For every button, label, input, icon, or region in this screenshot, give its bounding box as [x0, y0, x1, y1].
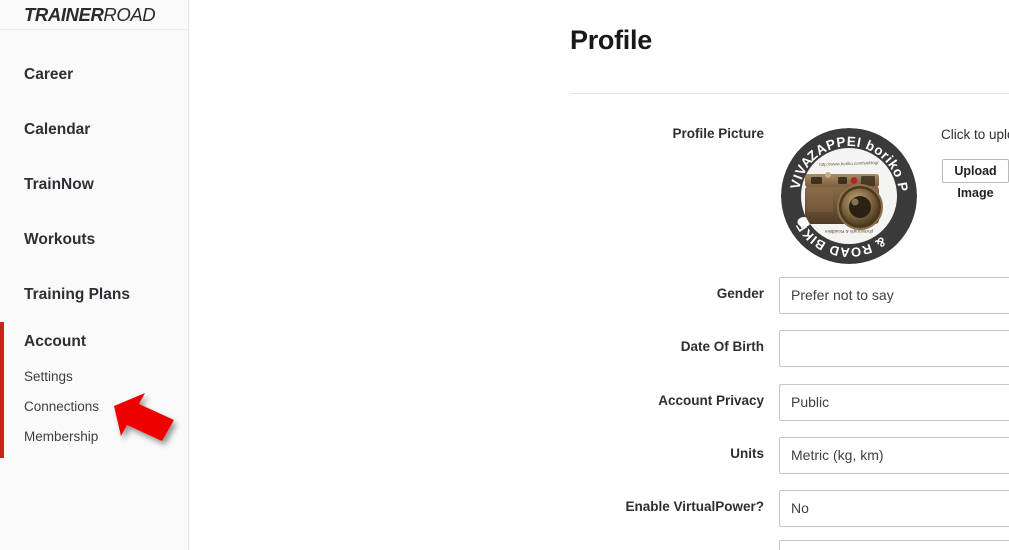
main-content: Profile Profile Picture VIVA ZAPPEI bori…: [189, 0, 1009, 550]
logo-text: TRAINERROAD: [24, 4, 188, 26]
account-privacy-label-wrap: Account Privacy: [334, 384, 779, 421]
gender-value: Prefer not to say: [791, 287, 894, 303]
account-privacy-value: Public: [791, 394, 830, 410]
sidebar-item-career[interactable]: Career: [0, 47, 188, 102]
upload-image-button[interactable]: Upload Image: [942, 159, 1009, 200]
enable-virtualpower-select[interactable]: No: [779, 490, 1009, 527]
units-label-wrap: Units: [334, 437, 779, 474]
title-divider: [570, 93, 1009, 94]
gender-label-wrap: Gender: [334, 277, 779, 314]
units-label: Units: [730, 446, 764, 461]
form-row-enable-virtualpower: Enable VirtualPower? No: [189, 490, 1009, 527]
sidebar-item-training-plans[interactable]: Training Plans: [0, 267, 188, 322]
form-row-gender: Gender Prefer not to say: [189, 277, 1009, 314]
sidebar-subnav-account: Settings Connections Membership: [0, 362, 188, 452]
date-of-birth-label: Date Of Birth: [680, 339, 764, 354]
sidebar: TRAINERROAD Career Calendar TrainNow Wor…: [0, 0, 189, 550]
date-of-birth-input[interactable]: [779, 330, 1009, 367]
form-row-account-privacy: Account Privacy Public: [189, 384, 1009, 421]
sidebar-item-workouts[interactable]: Workouts: [0, 212, 188, 267]
account-privacy-select[interactable]: Public: [779, 384, 1009, 421]
svg-text:photograph & Roadbike: photograph & Roadbike: [824, 229, 873, 234]
gender-select[interactable]: Prefer not to say: [779, 277, 1009, 314]
next-field-partial[interactable]: [779, 540, 1009, 550]
upload-hint-text: Click to upload a new profile picture.: [941, 127, 1009, 142]
logo-text-trainer: TRAINER: [24, 4, 104, 25]
date-of-birth-label-wrap: Date Of Birth: [334, 330, 779, 367]
logo-text-road: ROAD: [103, 4, 156, 25]
sidebar-subitem-connections[interactable]: Connections: [24, 392, 188, 422]
page-title: Profile: [570, 25, 652, 55]
sidebar-item-trainnow[interactable]: TrainNow: [0, 157, 188, 212]
profile-picture-label: Profile Picture: [672, 126, 764, 141]
account-privacy-label: Account Privacy: [658, 393, 764, 408]
avatar-badge-image: VIVA ZAPPEI boriko PHOTOGRAPH & ROAD BIK…: [781, 128, 917, 264]
enable-virtualpower-label-wrap: Enable VirtualPower?: [334, 490, 779, 527]
enable-virtualpower-label: Enable VirtualPower?: [625, 499, 764, 514]
units-select[interactable]: Metric (kg, km): [779, 437, 1009, 474]
sidebar-subitem-settings[interactable]: Settings: [24, 362, 188, 392]
form-row-date-of-birth: Date Of Birth: [189, 330, 1009, 367]
sidebar-item-calendar[interactable]: Calendar: [0, 102, 188, 157]
brand-logo[interactable]: TRAINERROAD: [0, 0, 188, 30]
units-value: Metric (kg, km): [791, 447, 884, 463]
sidebar-nav: Career Calendar TrainNow Workouts Traini…: [0, 30, 188, 452]
sidebar-item-account[interactable]: Account: [0, 322, 188, 362]
form-row-units: Units Metric (kg, km): [189, 437, 1009, 474]
sidebar-subitem-membership[interactable]: Membership: [24, 422, 188, 452]
app-root: TRAINERROAD Career Calendar TrainNow Wor…: [0, 0, 1009, 550]
enable-virtualpower-value: No: [791, 500, 809, 516]
profile-picture-avatar[interactable]: VIVA ZAPPEI boriko PHOTOGRAPH & ROAD BIK…: [781, 128, 917, 264]
gender-label: Gender: [716, 286, 764, 301]
